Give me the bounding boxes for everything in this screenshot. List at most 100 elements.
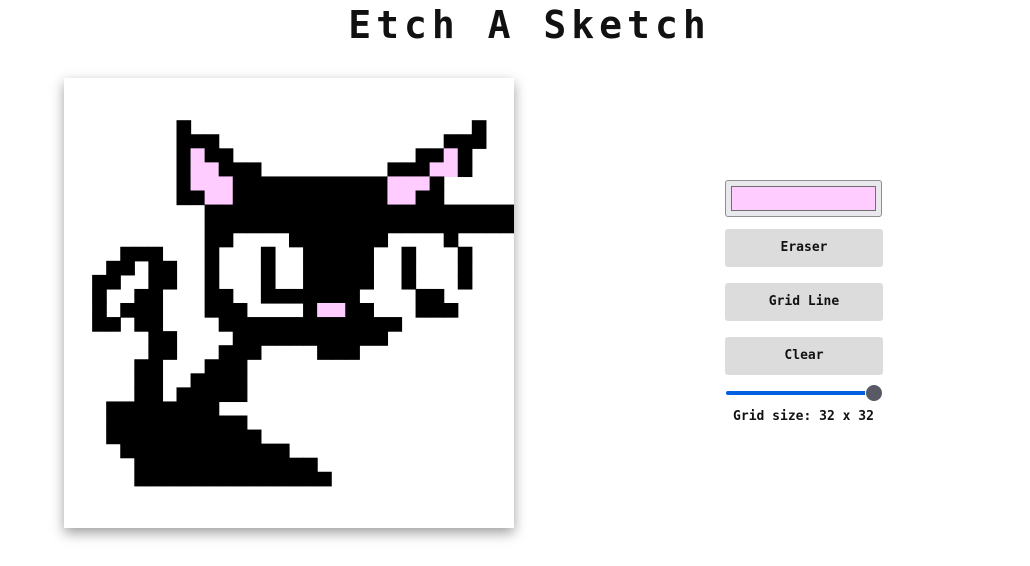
grid-cell[interactable] <box>373 331 389 346</box>
grid-cell[interactable] <box>359 190 374 206</box>
grid-cell[interactable] <box>176 120 192 135</box>
grid-cell[interactable] <box>204 373 220 388</box>
grid-cell[interactable] <box>274 176 290 192</box>
grid-cell[interactable] <box>373 204 389 220</box>
grid-cell[interactable] <box>134 246 149 262</box>
grid-cell[interactable] <box>190 176 206 192</box>
grid-cell[interactable] <box>204 443 220 459</box>
grid-cell[interactable] <box>345 345 360 360</box>
grid-cell[interactable] <box>457 204 473 220</box>
grid-cell[interactable] <box>218 218 234 234</box>
grid-cell[interactable] <box>387 190 403 206</box>
grid-cell[interactable] <box>345 303 360 318</box>
grid-cell[interactable] <box>260 457 276 473</box>
grid-cell[interactable] <box>232 345 248 360</box>
grid-cell[interactable] <box>204 274 220 290</box>
grid-cell[interactable] <box>345 260 360 276</box>
grid-cell[interactable] <box>303 457 318 473</box>
grid-line-button[interactable]: Grid Line <box>725 283 883 321</box>
grid-cell[interactable] <box>218 190 234 206</box>
grid-cell[interactable] <box>317 190 332 206</box>
grid-cell[interactable] <box>218 471 234 487</box>
grid-cell[interactable] <box>120 443 135 459</box>
grid-cell[interactable] <box>274 443 290 459</box>
grid-cell[interactable] <box>162 345 178 360</box>
grid-cell[interactable] <box>218 387 234 403</box>
grid-cell[interactable] <box>373 176 389 192</box>
grid-cell[interactable] <box>204 162 220 178</box>
grid-cell[interactable] <box>260 274 276 290</box>
grid-cell[interactable] <box>260 190 276 206</box>
grid-cell[interactable] <box>218 148 234 163</box>
grid-cell[interactable] <box>260 176 276 192</box>
grid-cell[interactable] <box>303 331 318 346</box>
grid-cell[interactable] <box>134 303 149 318</box>
grid-cell[interactable] <box>148 429 164 445</box>
color-picker[interactable] <box>725 180 882 217</box>
grid-cell[interactable] <box>148 345 164 360</box>
grid-cell[interactable] <box>303 317 318 332</box>
grid-cell[interactable] <box>443 232 459 248</box>
grid-cell[interactable] <box>443 162 459 178</box>
grid-cell[interactable] <box>289 331 304 346</box>
grid-cell[interactable] <box>204 134 220 149</box>
grid-cell[interactable] <box>331 303 346 318</box>
grid-cell[interactable] <box>232 429 248 445</box>
grid-cell[interactable] <box>232 204 248 220</box>
grid-cell[interactable] <box>331 317 346 332</box>
grid-cell[interactable] <box>303 274 318 290</box>
grid-cell[interactable] <box>120 303 135 318</box>
grid-cell[interactable] <box>317 317 332 332</box>
grid-cell[interactable] <box>359 176 374 192</box>
grid-cell[interactable] <box>415 190 431 206</box>
grid-cell[interactable] <box>190 429 206 445</box>
grid-cell[interactable] <box>387 204 403 220</box>
grid-cell[interactable] <box>134 471 149 487</box>
grid-cell[interactable] <box>134 373 149 388</box>
grid-cell[interactable] <box>134 387 149 403</box>
grid-cell[interactable] <box>134 317 149 332</box>
grid-cell[interactable] <box>317 232 332 248</box>
grid-cell[interactable] <box>415 288 431 304</box>
grid-cell[interactable] <box>401 274 417 290</box>
grid-cell[interactable] <box>260 260 276 276</box>
grid-cell[interactable] <box>190 443 206 459</box>
grid-cell[interactable] <box>218 373 234 388</box>
grid-cell[interactable] <box>120 415 135 431</box>
grid-cell[interactable] <box>106 260 121 276</box>
grid-cell[interactable] <box>331 190 346 206</box>
grid-cell[interactable] <box>260 317 276 332</box>
grid-cell[interactable] <box>331 246 346 262</box>
grid-cell[interactable] <box>148 457 164 473</box>
grid-cell[interactable] <box>106 415 121 431</box>
grid-cell[interactable] <box>204 303 220 318</box>
grid-cell[interactable] <box>415 162 431 178</box>
grid-cell[interactable] <box>457 134 473 149</box>
grid-cell[interactable] <box>218 288 234 304</box>
grid-cell[interactable] <box>148 443 164 459</box>
grid-cell[interactable] <box>345 274 360 290</box>
grid-cell[interactable] <box>120 429 135 445</box>
grid-cell[interactable] <box>457 246 473 262</box>
grid-cell[interactable] <box>303 246 318 262</box>
grid-cell[interactable] <box>359 204 374 220</box>
grid-cell[interactable] <box>260 331 276 346</box>
grid-cell[interactable] <box>443 218 459 234</box>
grid-cell[interactable] <box>134 443 149 459</box>
grid-cell[interactable] <box>303 190 318 206</box>
grid-cell[interactable] <box>148 246 164 262</box>
grid-cell[interactable] <box>457 260 473 276</box>
grid-cell[interactable] <box>289 457 304 473</box>
grid-cell[interactable] <box>148 303 164 318</box>
grid-cell[interactable] <box>331 331 346 346</box>
grid-cell[interactable] <box>457 218 473 234</box>
grid-cell[interactable] <box>218 176 234 192</box>
grid-cell[interactable] <box>106 401 121 417</box>
grid-cell[interactable] <box>401 260 417 276</box>
grid-cell[interactable] <box>134 429 149 445</box>
grid-cell[interactable] <box>148 317 164 332</box>
grid-cell[interactable] <box>401 204 417 220</box>
grid-cell[interactable] <box>162 443 178 459</box>
grid-cell[interactable] <box>345 218 360 234</box>
grid-cell[interactable] <box>246 457 262 473</box>
